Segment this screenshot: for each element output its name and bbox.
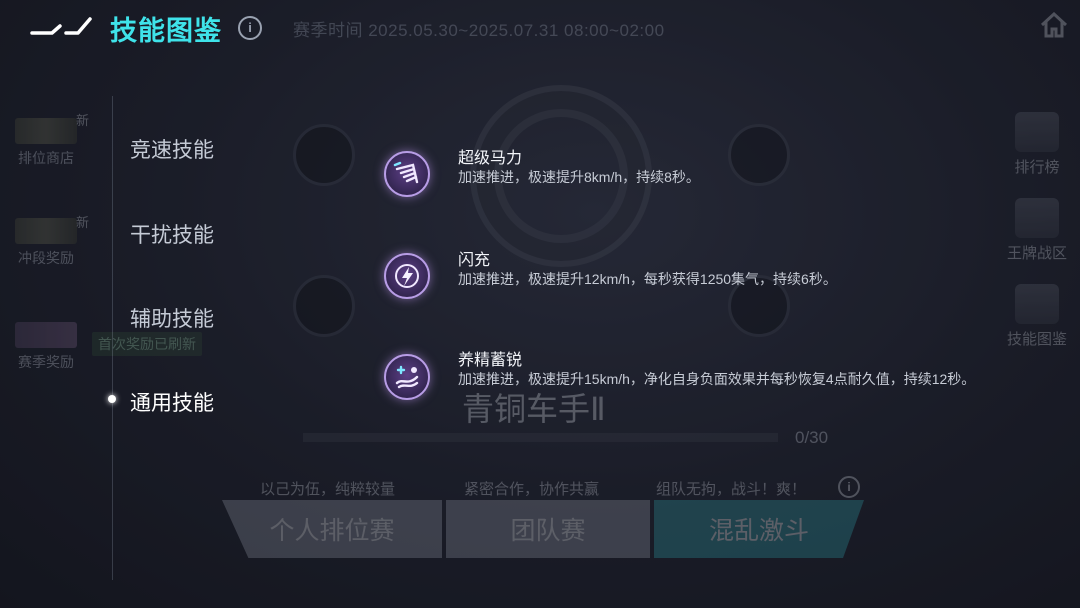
category-racing[interactable]: 竞速技能: [130, 134, 214, 164]
page-title: 技能图鉴: [110, 16, 222, 46]
category-support[interactable]: 辅助技能: [130, 303, 214, 333]
heal-icon: [384, 354, 430, 400]
skill-description: 加速推进，极速提升15km/h，净化自身负面效果并每秒恢复4点耐久值，持续12秒…: [458, 371, 976, 387]
skill-description: 加速推进，极速提升8km/h，持续8秒。: [458, 169, 700, 185]
category-general[interactable]: 通用技能: [130, 387, 214, 417]
selected-indicator: [108, 395, 116, 403]
category-interference[interactable]: 干扰技能: [130, 219, 214, 249]
lightning-icon-glyph: [395, 264, 419, 288]
skill-name: 闪充: [458, 252, 491, 269]
category-divider: [112, 96, 113, 580]
boost-icon: [384, 151, 430, 197]
skill-name: 养精蓄锐: [458, 352, 523, 369]
lightning-icon: [384, 253, 430, 299]
info-icon[interactable]: i: [238, 16, 262, 40]
skill-description: 加速推进，极速提升12km/h，每秒获得1250集气，持续6秒。: [458, 271, 837, 287]
heal-icon-glyph: [395, 365, 419, 389]
back-button[interactable]: [30, 16, 92, 36]
boost-icon-glyph: [393, 161, 419, 184]
skill-name: 超级马力: [458, 150, 523, 167]
